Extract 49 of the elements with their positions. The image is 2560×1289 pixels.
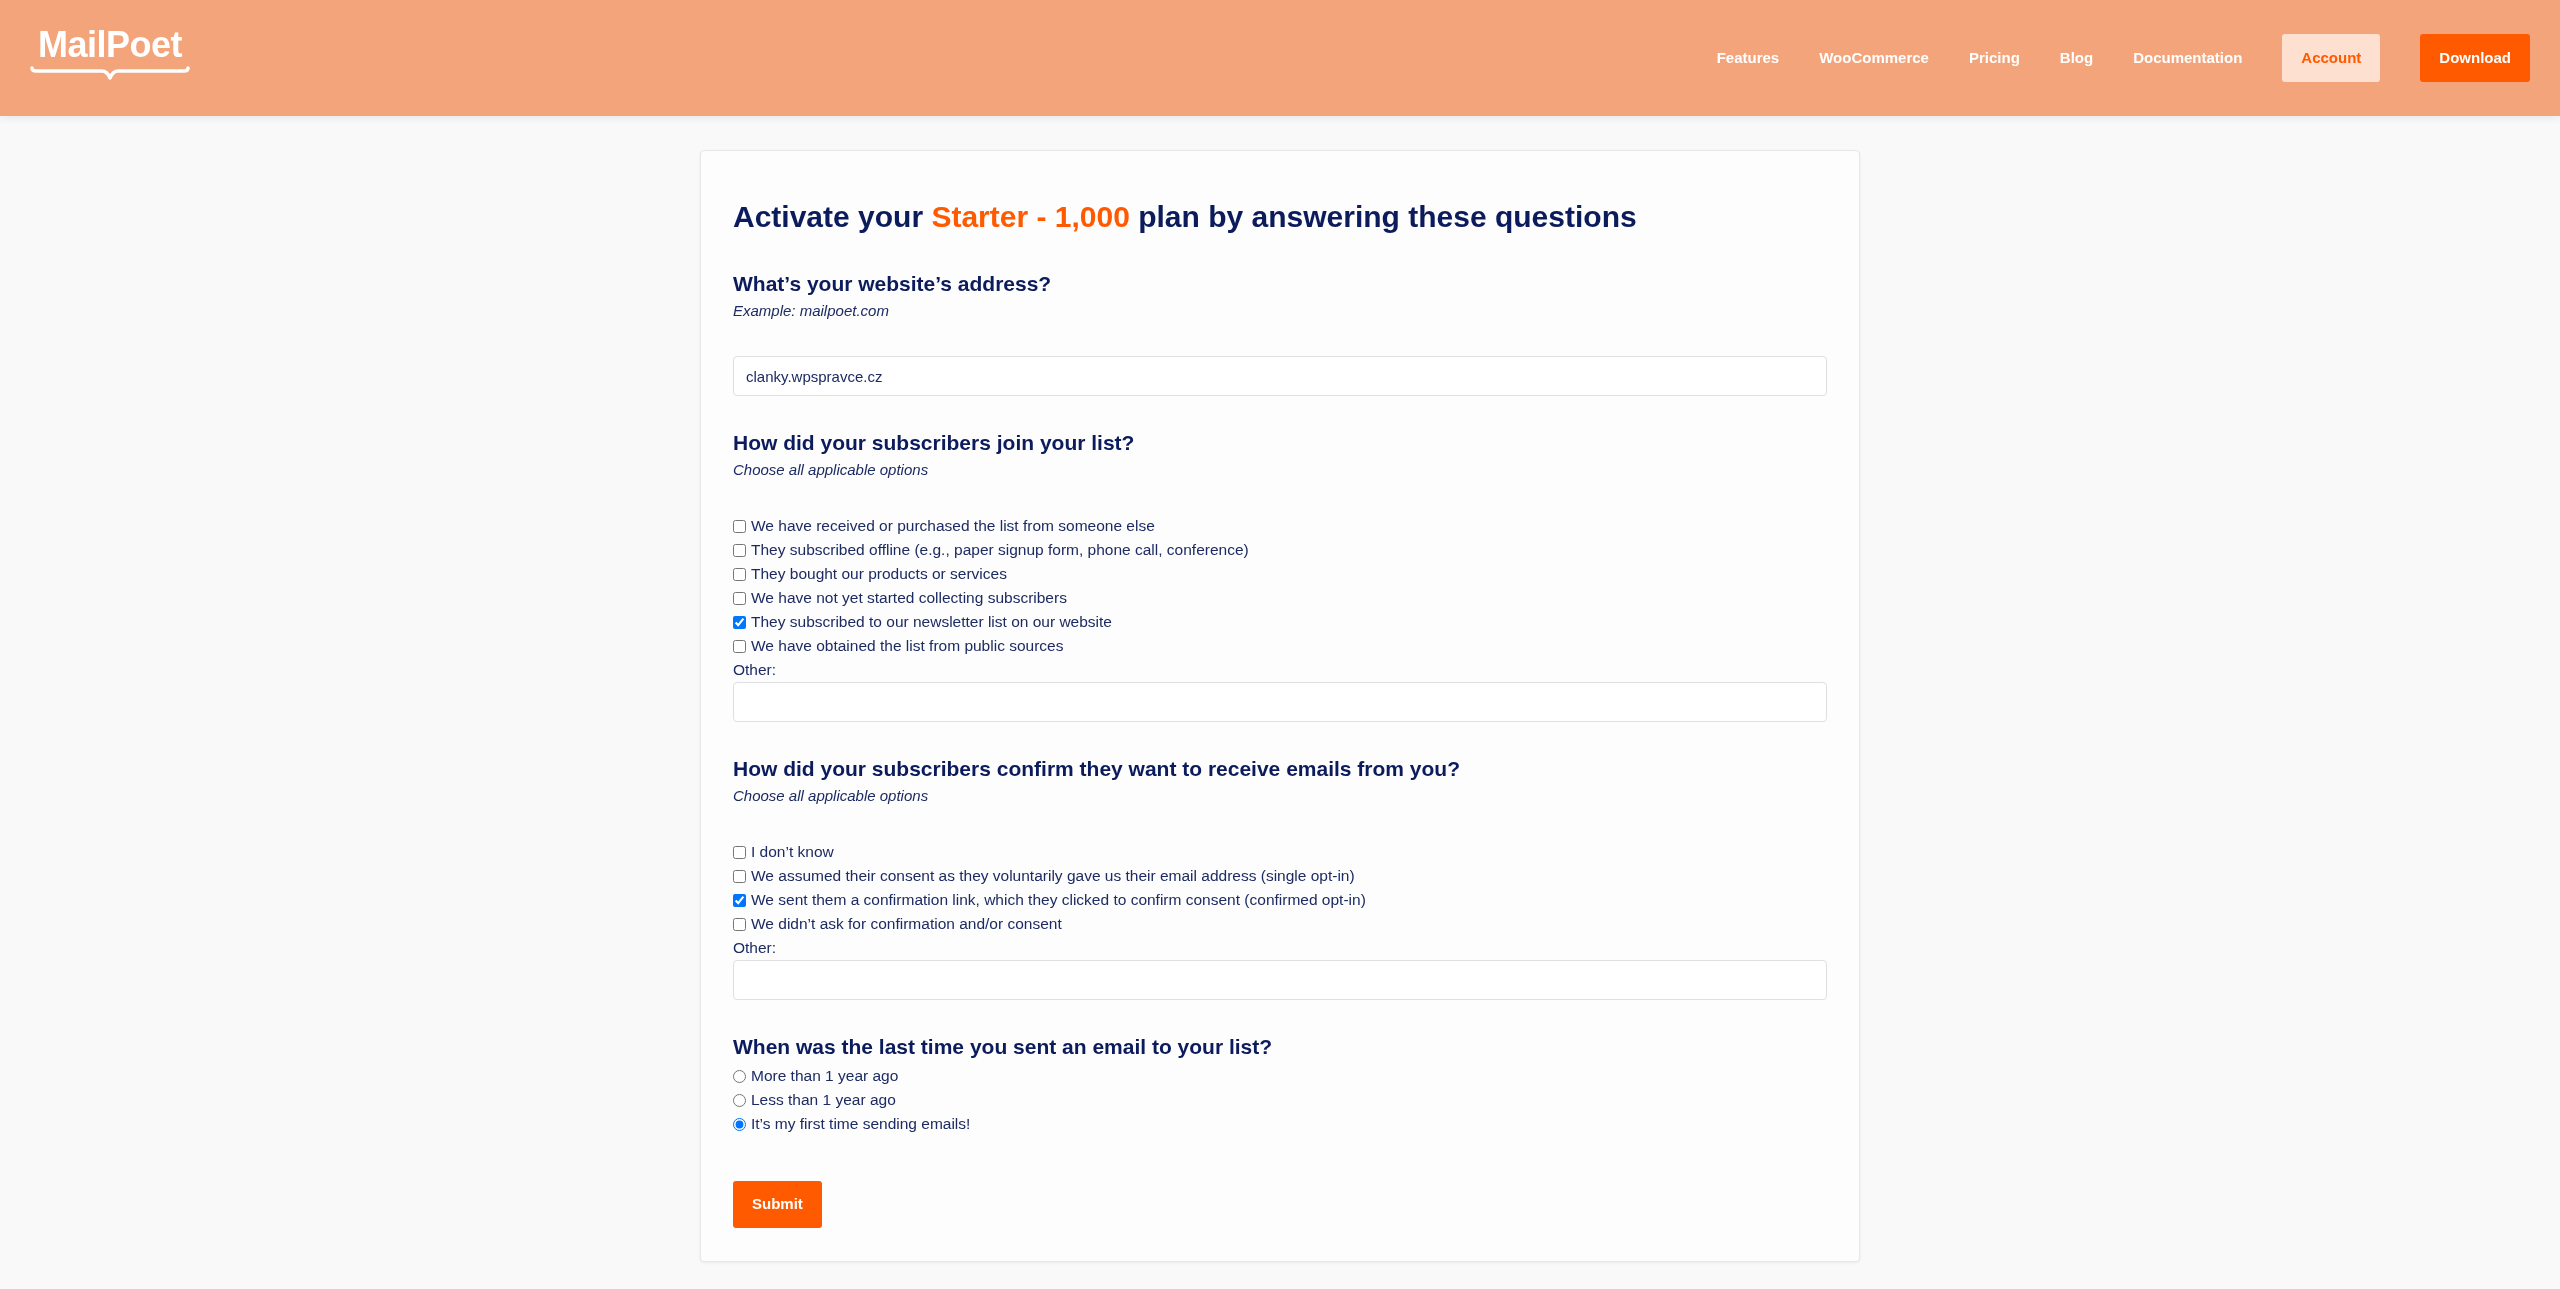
checkbox[interactable] <box>733 893 746 907</box>
other-input[interactable] <box>733 960 1827 1000</box>
checkbox[interactable] <box>733 519 746 533</box>
option-label: We have received or purchased the list from someone else <box>751 516 1155 537</box>
other-label: Other: <box>733 938 777 959</box>
download-button[interactable]: Download <box>2420 34 2530 82</box>
option-label: They subscribed to our newsletter list on our website <box>751 612 1112 633</box>
nav-link[interactable]: Features <box>1716 46 1780 70</box>
question-heading: What’s your website’s address? <box>733 271 1053 297</box>
checkbox[interactable] <box>733 567 746 581</box>
radio-button[interactable] <box>733 1093 746 1107</box>
other-label: Other: <box>733 660 777 681</box>
website-input[interactable]: clanky.wpspravce.cz <box>733 356 1827 396</box>
page-title: Activate your Starter - 1,000 plan by answering these questions <box>733 199 1638 235</box>
question-heading: How did your subscribers confirm they want to receive emails from you? <box>733 756 1461 782</box>
question-heading: When was the last time you sent an email to your list? <box>733 1034 1274 1060</box>
option-label: More than 1 year ago <box>751 1066 899 1087</box>
question-hint: Choose all applicable options <box>733 786 930 806</box>
option-label: They subscribed offline (e.g., paper signup form, phone call, conference) <box>751 540 1249 561</box>
nav-link[interactable]: Documentation <box>2133 46 2243 70</box>
checkbox[interactable] <box>733 591 746 605</box>
checkbox[interactable] <box>733 917 746 931</box>
question-heading: How did your subscribers join your list? <box>733 430 1136 456</box>
nav-link[interactable]: Pricing <box>1968 46 2020 70</box>
option-label: It’s my first time sending emails! <box>751 1114 971 1135</box>
nav-link[interactable]: Blog <box>2059 46 2094 70</box>
submit-button[interactable]: Submit <box>733 1181 822 1228</box>
option-label: They bought our products or services <box>751 564 1007 585</box>
other-input[interactable] <box>733 682 1827 722</box>
checkbox[interactable] <box>733 639 746 653</box>
nav-link[interactable]: WooCommerce <box>1819 46 1929 70</box>
checkbox[interactable] <box>733 615 746 629</box>
option-label: Less than 1 year ago <box>751 1090 896 1111</box>
brace-underline-icon <box>30 66 190 80</box>
option-label: We didn’t ask for confirmation and/or consent <box>751 914 1062 935</box>
checkbox[interactable] <box>733 845 746 859</box>
question-hint: Example: mailpoet.com <box>733 301 890 321</box>
option-label: We have obtained the list from public sources <box>751 636 1064 657</box>
option-label: We sent them a confirmation link, which they clicked to confirm consent (confirmed opt-in) <box>751 890 1366 911</box>
radio-button[interactable] <box>733 1069 746 1083</box>
checkbox[interactable] <box>733 543 746 557</box>
logo-link[interactable]: MailPoet <box>30 26 190 80</box>
checkbox[interactable] <box>733 869 746 883</box>
option-label: We have not yet started collecting subscribers <box>751 588 1067 609</box>
radio-button[interactable] <box>733 1117 746 1131</box>
account-button[interactable]: Account <box>2282 34 2381 82</box>
question-hint: Choose all applicable options <box>733 460 930 480</box>
option-label: We assumed their consent as they voluntarily gave us their email address (single opt-in) <box>751 866 1355 887</box>
option-label: I don’t know <box>751 842 834 863</box>
